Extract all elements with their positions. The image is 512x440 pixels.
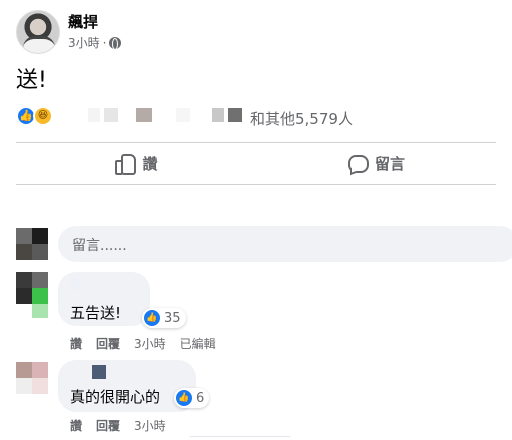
reactions-row[interactable]: 👍 😆 和其他5,579人 — [16, 104, 496, 128]
commenter-avatar-pixel — [32, 304, 48, 318]
like-button[interactable]: 讚 — [16, 146, 256, 180]
reaction-summary[interactable]: 和其他5,579人 — [250, 108, 353, 129]
user-avatar[interactable] — [16, 228, 48, 260]
post-header: 飆捍 3小時 · — [16, 10, 416, 54]
thumbs-up-icon — [114, 153, 137, 175]
comment-like-link[interactable]: 讚 — [70, 417, 82, 434]
comment-item: 真的很開心的 👍 6 讚 回覆 3小時 — [16, 360, 512, 440]
comment-reply-link[interactable]: 回覆 — [96, 335, 120, 352]
meta-separator: · — [102, 35, 107, 50]
commenter-avatar[interactable] — [16, 272, 48, 304]
comment-like-number: 35 — [164, 310, 181, 326]
comment-reply-link[interactable]: 回覆 — [96, 417, 120, 434]
comment-input[interactable]: 留言...... — [58, 226, 512, 262]
comment-bubble: 五告送! — [58, 272, 150, 326]
divider — [16, 184, 496, 185]
commenter-avatar[interactable] — [16, 362, 48, 394]
haha-icon: 😆 — [33, 106, 53, 126]
blurred-commenter-name — [92, 365, 106, 379]
comment-icon — [347, 153, 369, 173]
post-text: 送! — [16, 68, 47, 93]
globe-icon[interactable] — [109, 36, 122, 50]
comment-composer: 留言...... — [16, 226, 512, 262]
like-button-label: 讚 — [142, 154, 158, 173]
like-icon: 👍 — [176, 390, 192, 406]
like-icon: 👍 — [144, 310, 160, 326]
divider — [190, 436, 290, 437]
comment-button[interactable]: 留言 — [256, 146, 496, 180]
author-avatar[interactable] — [16, 10, 60, 54]
comment-item: 五告送! 👍 35 讚 回覆 3小時 已編輯 — [16, 272, 512, 352]
comment-actions: 讚 回覆 3小時 已編輯 — [70, 335, 216, 352]
comment-like-count[interactable]: 👍 6 — [174, 388, 210, 408]
blurred-commenter-name — [70, 278, 80, 290]
post-action-bar: 讚 留言 — [16, 146, 496, 180]
comment-actions: 讚 回覆 3小時 — [70, 417, 166, 434]
comment-edited-label[interactable]: 已編輯 — [180, 335, 216, 352]
comment-text: 真的很開心的 — [70, 388, 161, 406]
comment-button-label: 留言 — [374, 154, 405, 173]
post-timestamp[interactable]: 3小時 — [68, 34, 100, 51]
comment-like-link[interactable]: 讚 — [70, 335, 82, 352]
comment-timestamp[interactable]: 3小時 — [134, 335, 166, 352]
comment-timestamp[interactable]: 3小時 — [134, 417, 166, 434]
comment-like-number: 6 — [196, 390, 205, 406]
post-meta: 3小時 · — [68, 34, 122, 51]
blurred-names — [88, 108, 100, 122]
comment-like-count[interactable]: 👍 35 — [142, 308, 186, 328]
divider — [16, 142, 496, 143]
comment-text: 五告送! — [70, 304, 122, 322]
author-name[interactable]: 飆捍 — [68, 11, 98, 32]
